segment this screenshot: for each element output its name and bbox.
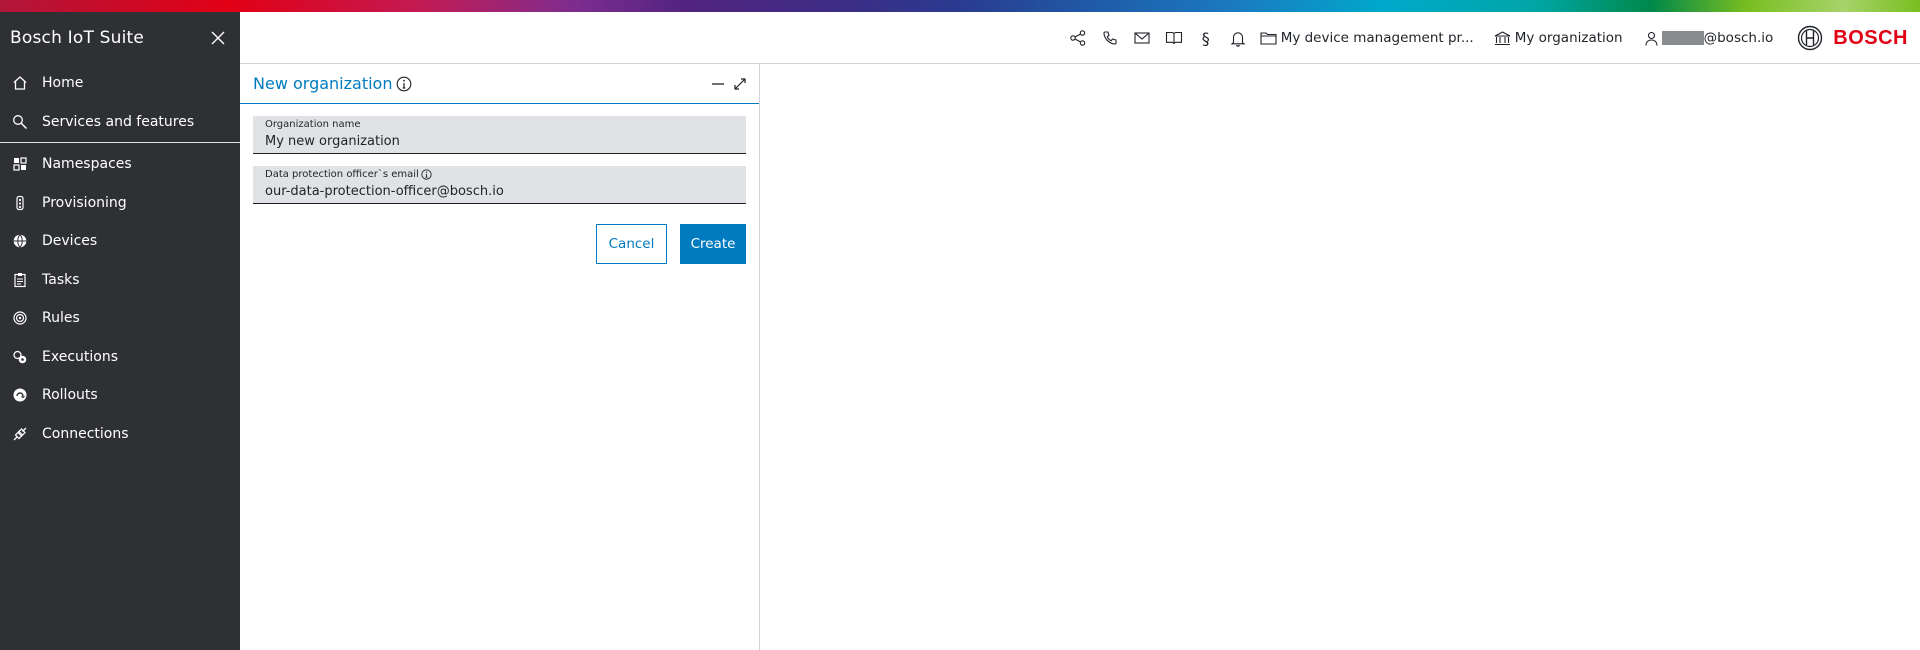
info-icon[interactable]	[421, 169, 432, 180]
panel-header: New organization	[240, 64, 759, 104]
form-actions: Cancel Create	[253, 224, 746, 264]
top-bar: § My device management pr... My organiza…	[240, 12, 1920, 64]
close-sidebar-button[interactable]	[208, 28, 228, 48]
supergraphic-banner	[0, 0, 1920, 12]
share-button[interactable]	[1068, 28, 1088, 48]
organization-name-input[interactable]	[265, 134, 734, 149]
dpo-email-field[interactable]: Data protection officer`s email	[253, 166, 746, 204]
new-organization-panel: New organization Organization name Data …	[240, 64, 760, 650]
close-icon	[211, 31, 225, 45]
paragraph-icon: §	[1201, 28, 1210, 48]
book-icon	[1165, 31, 1182, 45]
sidebar-item-home[interactable]: Home	[0, 64, 240, 103]
project-selector[interactable]: My device management pr...	[1260, 30, 1474, 46]
sidebar-item-label: Tasks	[42, 271, 80, 288]
sidebar-item-connections[interactable]: Connections	[0, 415, 240, 454]
sidebar-nav: Home Services and features Namespaces Pr…	[0, 64, 240, 453]
organization-name-label: Organization name	[265, 119, 734, 130]
sidebar-header: Bosch IoT Suite	[0, 12, 240, 64]
organization-name-label-text: Organization name	[265, 119, 361, 130]
user-menu[interactable]: @bosch.io	[1645, 30, 1774, 46]
redacted-username	[1661, 31, 1704, 45]
organization-name-field[interactable]: Organization name	[253, 116, 746, 154]
info-icon[interactable]	[396, 76, 412, 92]
dpo-email-input[interactable]	[265, 184, 734, 199]
dpo-email-label: Data protection officer`s email	[265, 169, 734, 180]
create-button[interactable]: Create	[680, 224, 746, 264]
connections-icon	[12, 426, 28, 442]
sidebar-item-devices[interactable]: Devices	[0, 222, 240, 261]
panel-title-text: New organization	[253, 74, 393, 93]
sidebar-item-executions[interactable]: Executions	[0, 338, 240, 377]
sidebar-item-label: Executions	[42, 348, 118, 365]
bell-icon	[1230, 31, 1246, 47]
sidebar-item-label: Home	[42, 75, 84, 92]
clipboard-icon	[12, 272, 28, 288]
home-icon	[12, 75, 28, 91]
executions-icon	[12, 349, 28, 365]
bosch-logo: BOSCH	[1797, 25, 1908, 51]
notifications-button[interactable]	[1228, 28, 1248, 48]
sidebar: Bosch IoT Suite Home Services and featur…	[0, 12, 240, 650]
sidebar-item-tasks[interactable]: Tasks	[0, 261, 240, 300]
rules-icon	[12, 310, 28, 326]
documentation-button[interactable]	[1164, 28, 1184, 48]
minimize-button[interactable]	[709, 75, 727, 93]
mail-button[interactable]	[1132, 28, 1152, 48]
rollouts-icon	[12, 387, 28, 403]
sidebar-item-rules[interactable]: Rules	[0, 299, 240, 338]
panel-title: New organization	[253, 74, 412, 93]
expand-icon	[734, 77, 746, 90]
sidebar-item-label: Devices	[42, 233, 98, 250]
provisioning-icon	[12, 195, 28, 211]
organization-selector[interactable]: My organization	[1494, 30, 1623, 46]
sidebar-divider	[0, 142, 240, 143]
sidebar-item-services-and-features[interactable]: Services and features	[0, 103, 240, 142]
dpo-email-label-text: Data protection officer`s email	[265, 169, 419, 180]
app-title: Bosch IoT Suite	[10, 28, 145, 48]
namespaces-icon	[12, 156, 28, 172]
cancel-button[interactable]: Cancel	[596, 224, 667, 264]
sidebar-item-label: Rollouts	[42, 387, 98, 404]
bosch-armature-icon	[1798, 25, 1823, 51]
user-email-suffix: @bosch.io	[1703, 30, 1774, 46]
minimize-icon	[712, 82, 724, 85]
mail-icon	[1134, 32, 1150, 44]
institution-icon	[1494, 30, 1512, 46]
top-bar-actions: § My device management pr... My organiza…	[1062, 12, 1920, 64]
organization-label: My organization	[1514, 30, 1623, 46]
user-icon	[1645, 30, 1659, 46]
phone-icon	[1103, 31, 1117, 45]
folder-icon	[1260, 30, 1278, 46]
sidebar-item-label: Provisioning	[42, 194, 127, 211]
phone-button[interactable]	[1100, 28, 1120, 48]
brand-wordmark: BOSCH	[1833, 26, 1908, 49]
sidebar-item-label: Namespaces	[42, 156, 132, 173]
sidebar-item-namespaces[interactable]: Namespaces	[0, 145, 240, 184]
sidebar-item-label: Services and features	[42, 113, 195, 130]
legal-button[interactable]: §	[1196, 28, 1216, 48]
search-icon	[12, 114, 28, 130]
sidebar-item-label: Connections	[42, 425, 129, 442]
sidebar-item-provisioning[interactable]: Provisioning	[0, 184, 240, 223]
panel-actions	[705, 75, 749, 93]
globe-icon	[12, 233, 28, 249]
sidebar-item-rollouts[interactable]: Rollouts	[0, 376, 240, 415]
share-icon	[1069, 30, 1085, 46]
project-label: My device management pr...	[1280, 30, 1474, 46]
sidebar-item-label: Rules	[42, 310, 80, 327]
maximize-button[interactable]	[731, 75, 749, 93]
